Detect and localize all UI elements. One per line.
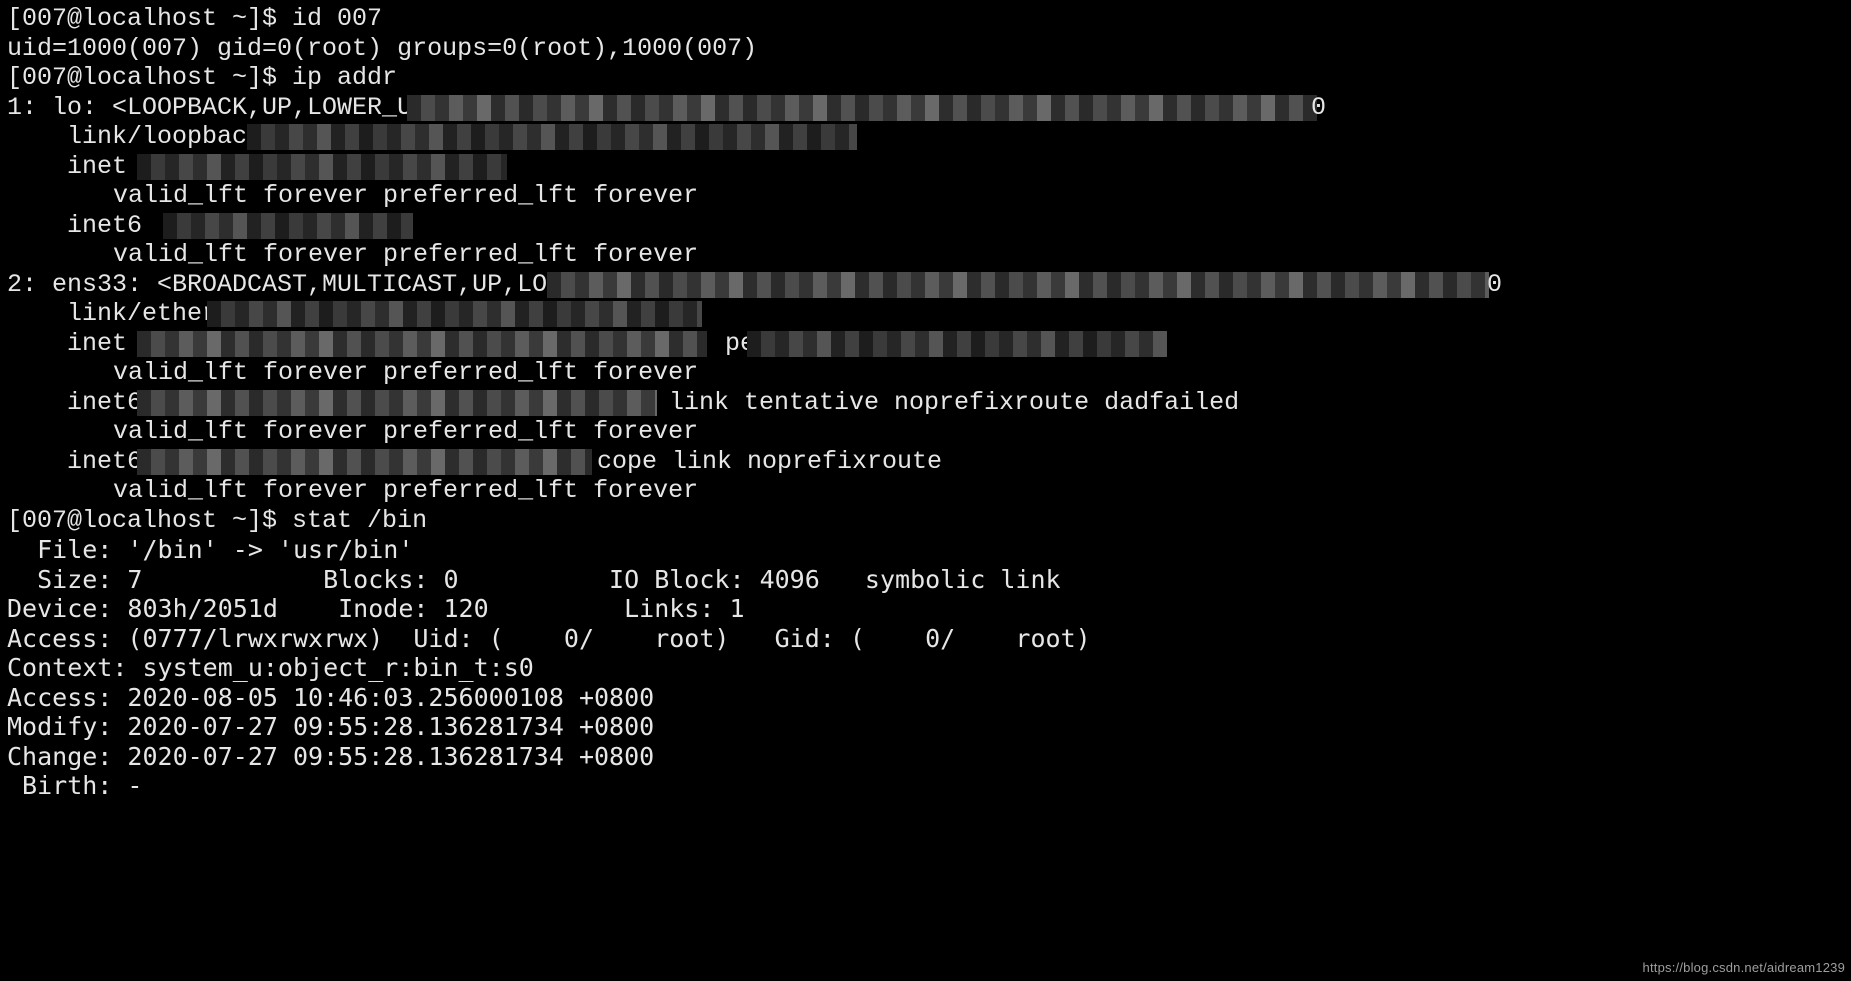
stat-modify-time: Modify: 2020-07-27 09:55:28.136281734 +0… [7,712,1851,742]
redacted-block [137,331,707,357]
prompt-line-1: [007@localhost ~]$ id 007 [7,4,1851,34]
stat-birth-time: Birth: - [7,771,1851,801]
prompt-line-3: [007@localhost ~]$ stat /bin [7,506,1851,536]
shell-prompt: [007@localhost ~]$ [7,4,292,33]
redacted-trailing-char: 0 [1311,93,1326,123]
command-stat: stat /bin [292,506,427,535]
if2-inet6a: inet6 link tentative noprefixroute dadfa… [7,388,1851,418]
if2-valid2: valid_lft forever preferred_lft forever [7,417,1851,447]
stat-change-time: Change: 2020-07-27 09:55:28.136281734 +0… [7,742,1851,772]
stat-context: Context: system_u:object_r:bin_t:s0 [7,653,1851,683]
redacted-block [247,124,857,150]
shell-prompt: [007@localhost ~]$ [7,63,292,92]
if1-link: link/loopback [7,122,1851,152]
if1-valid2: valid_lft forever preferred_lft forever [7,240,1851,270]
redacted-block [137,449,592,475]
stat-access-perm: Access: (0777/lrwxrwxrwx) Uid: ( 0/ root… [7,624,1851,654]
redacted-block [747,331,1167,357]
redacted-block [137,390,657,416]
if1-inet6: inet6 : [7,211,1851,241]
prompt-line-2: [007@localhost ~]$ ip addr [7,63,1851,93]
if2-inet6b: inet6 cope link noprefixroute [7,447,1851,477]
if2-inet6b-after-redacted: cope link noprefixroute [597,447,942,477]
if1-header: 1: lo: <LOOPBACK,UP,LOWER_UP> 0 [7,93,1851,123]
redacted-block [137,154,507,180]
redacted-block [207,301,702,327]
command-ipaddr: ip addr [292,63,397,92]
command-id: id 007 [292,4,382,33]
redacted-trailing-char: 0 [1487,270,1502,300]
stat-device: Device: 803h/2051d Inode: 120 Links: 1 [7,594,1851,624]
output-id: uid=1000(007) gid=0(root) groups=0(root)… [7,34,1851,64]
if2-valid3: valid_lft forever preferred_lft forever [7,476,1851,506]
shell-prompt: [007@localhost ~]$ [7,506,292,535]
watermark-text: https://blog.csdn.net/aidream1239 [1643,960,1845,975]
if2-inet: inet pe global noprefixroute -33 [7,329,1851,359]
if2-valid1: valid_lft forever preferred_lft forever [7,358,1851,388]
redacted-block [547,272,1489,298]
stat-file: File: '/bin' -> 'usr/bin' [7,535,1851,565]
if2-link: link/ether [7,299,1851,329]
redacted-block [163,213,413,239]
stat-access-time: Access: 2020-08-05 10:46:03.256000108 +0… [7,683,1851,713]
if1-valid1: valid_lft forever preferred_lft forever [7,181,1851,211]
stat-size: Size: 7 Blocks: 0 IO Block: 4096 symboli… [7,565,1851,595]
if1-inet: inet [7,152,1851,182]
if2-inet6a-after-redacted: link tentative noprefixroute dadfailed [669,388,1239,418]
if2-header: 2: ens33: <BROADCAST,MULTICAST,UP,LOWER_… [7,270,1851,300]
redacted-block [407,95,1317,121]
